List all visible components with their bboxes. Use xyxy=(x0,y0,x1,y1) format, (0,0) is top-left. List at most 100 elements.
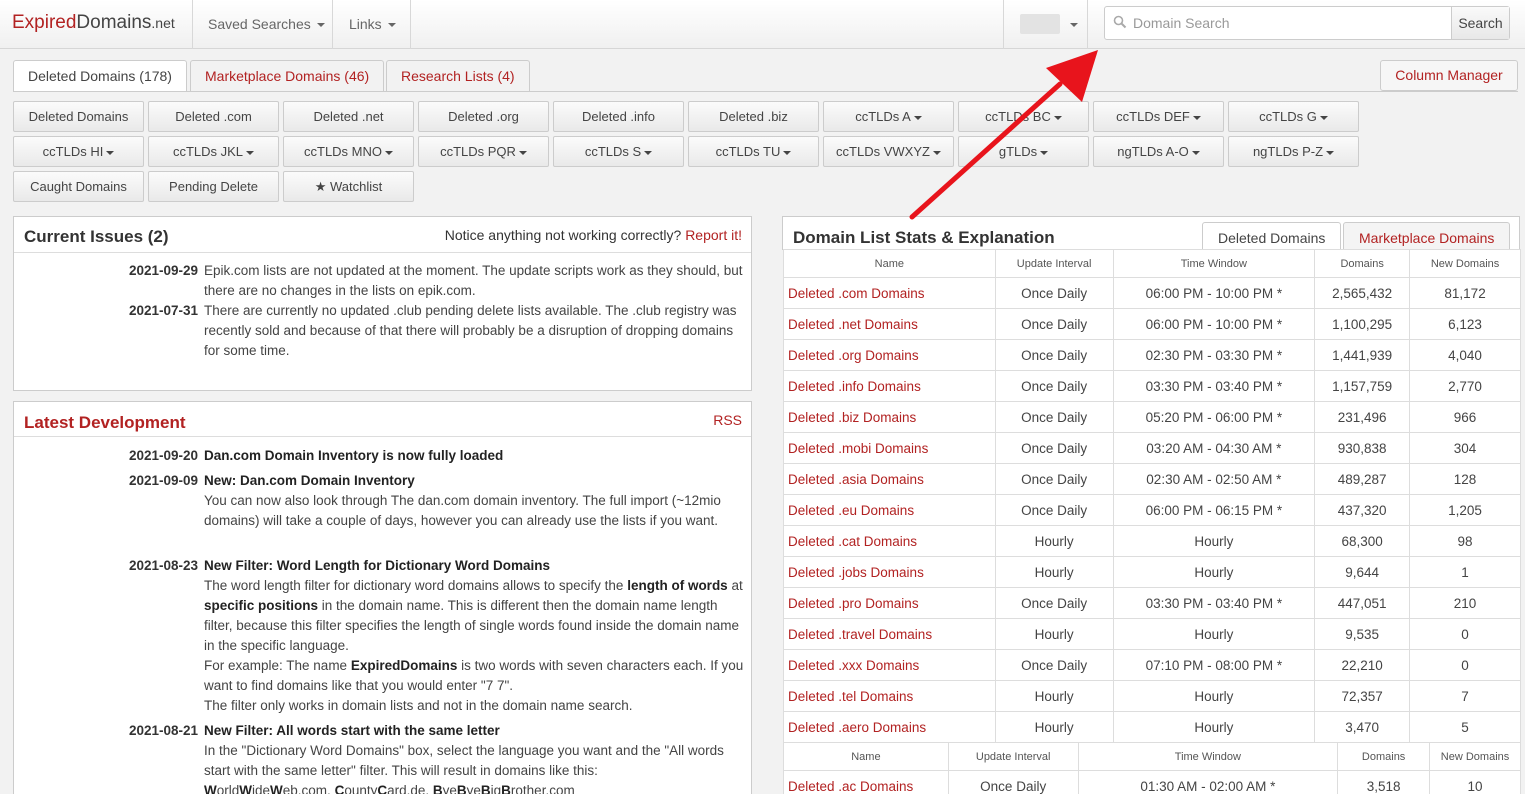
table-cell: 98 xyxy=(1409,525,1521,557)
list-button-cctlds-tu[interactable]: ccTLDs TU xyxy=(688,136,819,167)
list-button-cctlds-def[interactable]: ccTLDs DEF xyxy=(1093,101,1224,132)
tab-deleted-domains[interactable]: Deleted Domains (178) xyxy=(13,60,187,92)
domain-list-link[interactable]: Deleted .org Domains xyxy=(783,339,996,371)
list-button-ngtlds-p-z[interactable]: ngTLDs P-Z xyxy=(1228,136,1359,167)
table-cell: 06:00 PM - 10:00 PM * xyxy=(1112,277,1316,309)
rss-link[interactable]: RSS xyxy=(713,412,742,428)
dev-paragraph: The word length filter for dictionary wo… xyxy=(204,578,743,653)
list-button-cctlds-vwxyz[interactable]: ccTLDs VWXYZ xyxy=(823,136,954,167)
column-header[interactable]: New Domains xyxy=(1429,742,1521,771)
domain-list-link[interactable]: Deleted .net Domains xyxy=(783,308,996,340)
report-it-link[interactable]: Report it! xyxy=(685,227,742,243)
domain-list-link[interactable]: Deleted .info Domains xyxy=(783,370,996,402)
list-button-cctlds-bc[interactable]: ccTLDs BC xyxy=(958,101,1089,132)
column-header[interactable]: New Domains xyxy=(1409,249,1521,278)
table-cell: 06:00 PM - 06:15 PM * xyxy=(1112,494,1316,526)
table-cell: 05:20 PM - 06:00 PM * xyxy=(1112,401,1316,433)
table-cell: Hourly xyxy=(1112,680,1316,712)
tab-marketplace-domains[interactable]: Marketplace Domains (46) xyxy=(190,60,385,91)
table-cell: Hourly xyxy=(994,711,1114,743)
list-button-cctlds-a[interactable]: ccTLDs A xyxy=(823,101,954,132)
list-button-cctlds-hi[interactable]: ccTLDs HI xyxy=(13,136,144,167)
dev-title: Dan.com Domain Inventory is now fully lo… xyxy=(204,448,504,463)
table-cell: 0 xyxy=(1409,649,1521,681)
user-account-menu[interactable] xyxy=(1020,14,1060,34)
table-cell: 03:30 PM - 03:40 PM * xyxy=(1112,370,1316,402)
column-header[interactable]: Name xyxy=(783,742,949,771)
column-header[interactable]: Time Window xyxy=(1077,742,1339,771)
list-button-deleted-biz[interactable]: Deleted .biz xyxy=(688,101,819,132)
dev-date: 2021-09-09 xyxy=(128,473,198,488)
table-cell: 02:30 PM - 03:30 PM * xyxy=(1112,339,1316,371)
column-header[interactable]: Update Interval xyxy=(994,249,1114,278)
table-header-row: Name Update Interval Time Window Domains New… xyxy=(783,742,1521,771)
list-button-cctlds-g[interactable]: ccTLDs G xyxy=(1228,101,1359,132)
search-button[interactable]: Search xyxy=(1451,7,1509,39)
list-button-deleted-domains[interactable]: Deleted Domains xyxy=(13,101,144,132)
stats-tab-marketplace[interactable]: Marketplace Domains xyxy=(1343,222,1511,250)
dev-date: 2021-08-21 xyxy=(128,723,198,738)
domain-list-link[interactable]: Deleted .asia Domains xyxy=(783,463,996,495)
table-row: Deleted .jobs Domains Hourly Hourly 9,644 1 xyxy=(783,556,1521,588)
list-button-cctlds-mno[interactable]: ccTLDs MNO xyxy=(283,136,414,167)
column-manager-button[interactable]: Column Manager xyxy=(1380,60,1518,91)
links-menu[interactable]: Links xyxy=(349,16,396,32)
saved-searches-menu[interactable]: Saved Searches xyxy=(208,16,325,32)
table-cell: 930,838 xyxy=(1314,432,1411,464)
nav-divider xyxy=(1003,0,1004,49)
table-cell: Hourly xyxy=(994,525,1114,557)
column-header[interactable]: Update Interval xyxy=(947,742,1079,771)
chevron-down-icon[interactable] xyxy=(1070,23,1078,27)
domain-list-link[interactable]: Deleted .pro Domains xyxy=(783,587,996,619)
domain-list-link[interactable]: Deleted .tel Domains xyxy=(783,680,996,712)
table-row: Deleted .mobi Domains Once Daily 03:20 AM … xyxy=(783,432,1521,464)
table-cell: Hourly xyxy=(994,680,1114,712)
table-cell: 10 xyxy=(1429,770,1521,794)
list-button-caught-domains[interactable]: Caught Domains xyxy=(13,171,144,202)
domain-list-link[interactable]: Deleted .mobi Domains xyxy=(783,432,996,464)
table-cell: 3,518 xyxy=(1337,770,1431,794)
domain-list-link[interactable]: Deleted .ac Domains xyxy=(783,770,949,794)
domain-list-link[interactable]: Deleted .travel Domains xyxy=(783,618,996,650)
list-button-ngtlds-a-o[interactable]: ngTLDs A-O xyxy=(1093,136,1224,167)
list-button-cctlds-pqr[interactable]: ccTLDs PQR xyxy=(418,136,549,167)
domain-list-link[interactable]: Deleted .eu Domains xyxy=(783,494,996,526)
column-header[interactable]: Name xyxy=(783,249,996,278)
stats-tab-deleted[interactable]: Deleted Domains xyxy=(1202,222,1342,250)
table-row: Deleted .pro Domains Once Daily 03:30 PM -… xyxy=(783,587,1521,619)
list-button-deleted-com[interactable]: Deleted .com xyxy=(148,101,279,132)
domain-search-input[interactable] xyxy=(1133,7,1453,39)
table-cell: 966 xyxy=(1409,401,1521,433)
site-logo[interactable]: ExpiredDomains.net xyxy=(12,12,175,34)
domain-list-link[interactable]: Deleted .cat Domains xyxy=(783,525,996,557)
table-cell: 304 xyxy=(1409,432,1521,464)
tab-research-lists[interactable]: Research Lists (4) xyxy=(386,60,530,91)
list-button-deleted-info[interactable]: Deleted .info xyxy=(553,101,684,132)
dev-paragraph: For example: The name ExpiredDomains is … xyxy=(204,658,744,693)
list-button-deleted-org[interactable]: Deleted .org xyxy=(418,101,549,132)
table-cell: Once Daily xyxy=(994,339,1114,371)
column-header[interactable]: Time Window xyxy=(1112,249,1316,278)
list-button-gtlds[interactable]: gTLDs xyxy=(958,136,1089,167)
issue-text: There are currently no updated .club pen… xyxy=(204,303,737,358)
table-cell: 1,441,939 xyxy=(1314,339,1411,371)
column-header[interactable]: Domains xyxy=(1314,249,1411,278)
domain-list-link[interactable]: Deleted .aero Domains xyxy=(783,711,996,743)
domain-list-link[interactable]: Deleted .jobs Domains xyxy=(783,556,996,588)
domain-list-link[interactable]: Deleted .xxx Domains xyxy=(783,649,996,681)
chevron-down-icon xyxy=(932,150,941,155)
table-cell: 22,210 xyxy=(1314,649,1411,681)
domain-list-link[interactable]: Deleted .biz Domains xyxy=(783,401,996,433)
chevron-down-icon xyxy=(385,150,393,155)
domain-list-link[interactable]: Deleted .com Domains xyxy=(783,277,996,309)
column-header[interactable]: Domains xyxy=(1337,742,1431,771)
list-button-cctlds-jkl[interactable]: ccTLDs JKL xyxy=(148,136,279,167)
list-button-deleted-net[interactable]: Deleted .net xyxy=(283,101,414,132)
list-button-watchlist[interactable]: ★ Watchlist xyxy=(283,171,414,202)
table-row: Deleted .asia Domains Once Daily 02:30 AM … xyxy=(783,463,1521,495)
dev-text: In the "Dictionary Word Domains" box, se… xyxy=(204,743,724,778)
list-button-cctlds-s[interactable]: ccTLDs S xyxy=(553,136,684,167)
stats-table-cctlds: Name Update Interval Time Window Domains New… xyxy=(783,742,1521,794)
table-cell: 447,051 xyxy=(1314,587,1411,619)
list-button-pending-delete[interactable]: Pending Delete xyxy=(148,171,279,202)
